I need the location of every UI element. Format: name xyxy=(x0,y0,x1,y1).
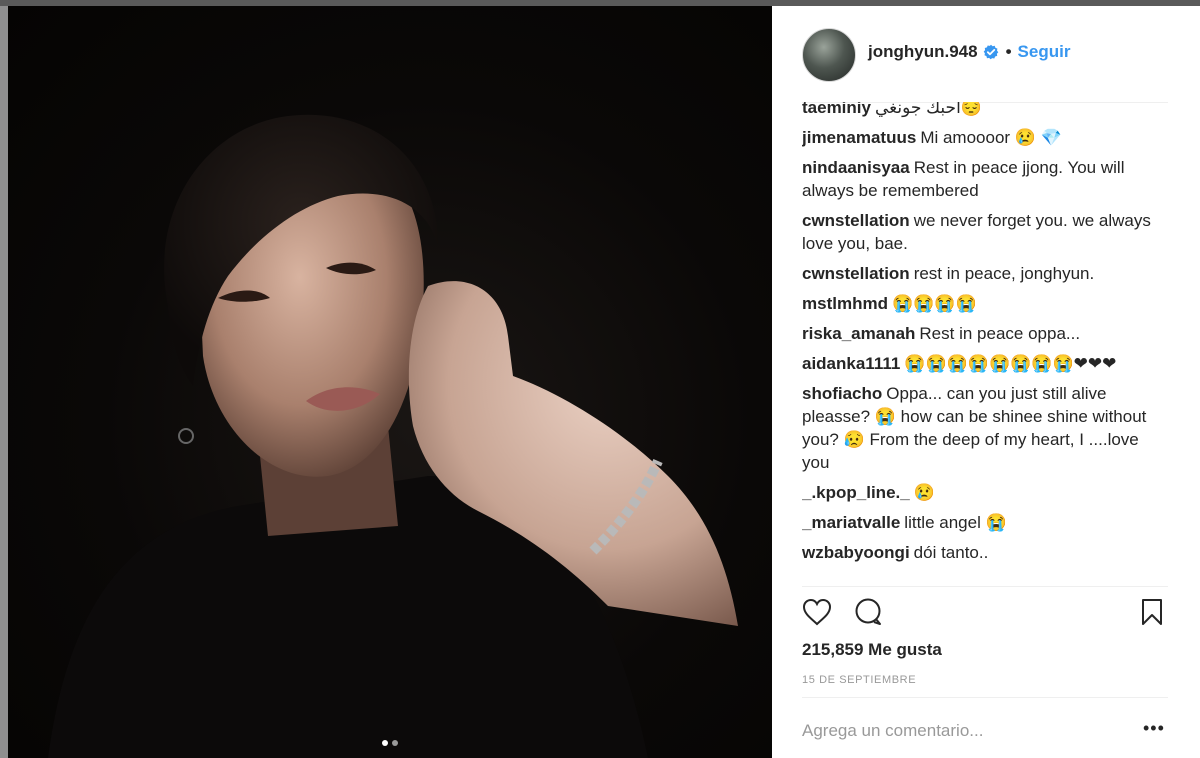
comment-username[interactable]: taeminiy xyxy=(802,102,871,117)
comment-username[interactable]: cwnstellation xyxy=(802,211,910,230)
comment-text: little angel 😭 xyxy=(904,513,1007,532)
comment-text: 😭😭😭😭😭😭😭😭❤❤❤ xyxy=(904,354,1117,373)
comment-text: 😭😭😭😭 xyxy=(891,294,977,313)
comment-username[interactable]: nindaanisyaa xyxy=(802,158,910,177)
comment-text: Rest in peace oppa... xyxy=(919,324,1081,343)
comment-username[interactable]: shofiacho xyxy=(802,384,882,403)
follow-button[interactable]: Seguir xyxy=(1018,42,1071,62)
username-row: jonghyun.948 • Seguir xyxy=(868,42,1070,62)
comment-username[interactable]: riska_amanah xyxy=(802,324,915,343)
action-bar xyxy=(802,598,1168,630)
heart-icon[interactable] xyxy=(802,598,832,631)
comment-bubble-icon[interactable] xyxy=(854,598,884,631)
comment-username[interactable]: _mariatvalle xyxy=(802,513,900,532)
comment-username[interactable]: mstlmhmd xyxy=(802,294,888,313)
photo-illustration xyxy=(48,114,738,758)
carousel-dot[interactable] xyxy=(392,740,398,746)
like-count[interactable]: 215,859 Me gusta xyxy=(802,640,942,660)
comments-list[interactable]: taeminiy احبك جونغي😔 jimenamatuus Mi amoooo… xyxy=(802,102,1168,576)
username-link[interactable]: jonghyun.948 xyxy=(868,42,978,62)
comment-item: _.kpop_line._ 😢 xyxy=(802,481,1168,504)
verified-badge-icon xyxy=(983,44,999,60)
carousel-indicator xyxy=(382,740,398,746)
comment-item: aidanka1111 😭😭😭😭😭😭😭😭❤❤❤ xyxy=(802,352,1168,375)
comment-item: nindaanisyaa Rest in peace jjong. You wil… xyxy=(802,156,1168,202)
post-date: 15 DE SEPTIEMBRE xyxy=(802,674,917,686)
add-comment-input[interactable] xyxy=(802,718,1132,744)
bookmark-icon[interactable] xyxy=(1140,598,1164,631)
comment-item: _mariatvalle little angel 😭 xyxy=(802,511,1168,534)
comment-text: احبك جونغي😔 xyxy=(874,102,982,117)
avatar[interactable] xyxy=(802,28,856,82)
comment-username[interactable]: jimenamatuus xyxy=(802,128,916,147)
actions-divider xyxy=(802,586,1168,587)
post-sidebar: jonghyun.948 • Seguir taeminiy احبك جونغي… xyxy=(772,6,1200,758)
comment-item: cwnstellation we never forget you. we alw… xyxy=(802,209,1168,255)
comment-item: shofiacho Oppa... can you just still aliv… xyxy=(802,382,1168,474)
comment-text: 😢 xyxy=(913,483,935,502)
separator-dot: • xyxy=(1005,42,1012,61)
comment-item: jimenamatuus Mi amoooor 😢 💎 xyxy=(802,126,1168,149)
comment-item: taeminiy احبك جونغي😔 xyxy=(802,102,1168,119)
carousel-dot-active[interactable] xyxy=(382,740,388,746)
comment-text: dói tanto.. xyxy=(913,543,989,562)
more-options-icon[interactable]: ••• xyxy=(1143,718,1165,739)
comment-username[interactable]: _.kpop_line._ xyxy=(802,483,910,502)
comment-item: cwnstellation rest in peace, jonghyun. xyxy=(802,262,1168,285)
comment-text: Mi amoooor 😢 💎 xyxy=(920,128,1062,147)
post-photo[interactable] xyxy=(8,6,772,758)
post-header: jonghyun.948 • Seguir xyxy=(772,6,1200,102)
comment-text: rest in peace, jonghyun. xyxy=(913,264,1095,283)
comment-username[interactable]: cwnstellation xyxy=(802,264,910,283)
comment-username[interactable]: wzbabyoongi xyxy=(802,543,910,562)
comment-item: mstlmhmd 😭😭😭😭 xyxy=(802,292,1168,315)
input-divider xyxy=(802,697,1168,698)
comment-username[interactable]: aidanka1111 xyxy=(802,354,900,373)
comment-item: riska_amanah Rest in peace oppa... xyxy=(802,322,1168,345)
comment-item: wzbabyoongi dói tanto.. xyxy=(802,541,1168,564)
